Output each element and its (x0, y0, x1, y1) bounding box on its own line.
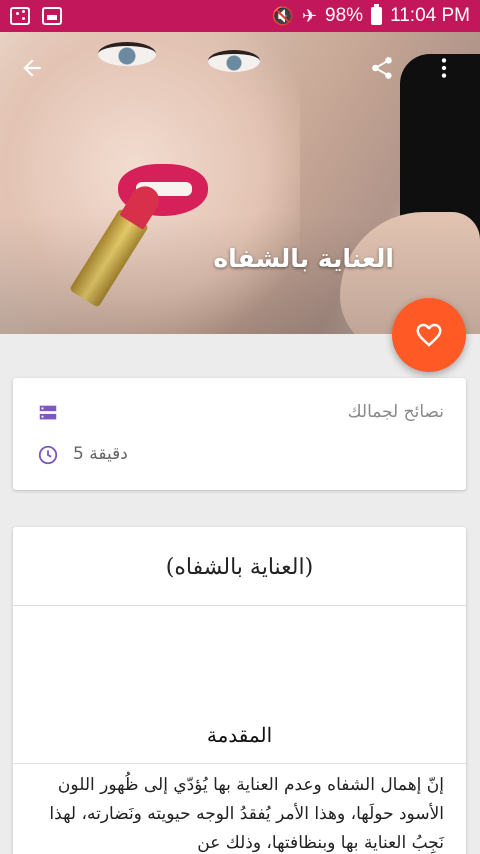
storage-icon (39, 405, 57, 420)
airplane-mode-icon: ✈ (301, 5, 318, 26)
divider (13, 763, 466, 764)
clock-icon (38, 445, 58, 465)
clock: 11:04 PM (390, 5, 470, 26)
more-vertical-icon (441, 58, 447, 78)
favorite-button[interactable] (392, 298, 466, 372)
battery-icon (371, 4, 383, 25)
duration-label: دقيقة 5 (73, 444, 128, 464)
article-card: (العناية بالشفاه) المقدمة إنّ إهمال الشف… (13, 527, 466, 854)
section-title: المقدمة (206, 723, 273, 747)
status-left (10, 7, 62, 25)
eye-left (98, 42, 156, 66)
arrow-left-icon (23, 59, 41, 77)
back-button[interactable] (8, 44, 56, 92)
share-icon (372, 57, 392, 79)
info-card: نصائح لجمالك دقيقة 5 (13, 378, 466, 490)
status-bar: 🔇 ✈ 98% 11:04 PM (0, 0, 480, 32)
eye-right (208, 50, 260, 72)
header-image (0, 32, 480, 334)
battery-percent: 98% (325, 5, 364, 26)
category-row: نصائح لجمالك (13, 392, 466, 432)
article-body: إنّ إهمال الشفاه وعدم العناية بها يُؤدّي… (49, 775, 444, 853)
share-button[interactable] (358, 44, 406, 92)
article-title: (العناية بالشفاه) (165, 555, 314, 580)
mute-icon: 🔇 (271, 5, 294, 26)
status-right: 🔇 ✈ 98% 11:04 PM (271, 4, 470, 27)
more-options-button[interactable] (420, 44, 468, 92)
share-notification-icon (10, 7, 30, 25)
category-label: نصائح لجمالك (347, 402, 444, 422)
duration-row: دقيقة 5 (13, 434, 466, 474)
gallery-notification-icon (42, 7, 62, 25)
page-title: العناية بالشفاه (213, 244, 394, 273)
divider (13, 605, 466, 606)
heart-outline-icon (416, 323, 442, 347)
